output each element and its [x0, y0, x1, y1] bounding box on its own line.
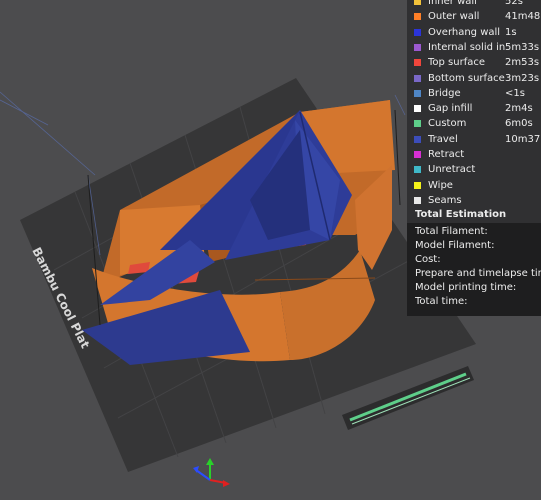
legend-item[interactable]: Unretract: [407, 162, 541, 177]
legend-label: Wipe: [428, 179, 453, 191]
legend-value: 3m23s: [505, 72, 540, 84]
legend-value: 10m37: [505, 133, 541, 145]
legend-swatch-icon: [414, 196, 421, 204]
legend-item[interactable]: Gap infill 2m4s: [407, 101, 541, 116]
legend-swatch-icon: [414, 43, 421, 51]
legend-label: Inner wall: [428, 0, 477, 7]
legend-swatch-icon: [414, 13, 421, 21]
legend-value: 52s: [505, 0, 523, 7]
total-estimation-row: Total time:: [415, 296, 468, 307]
legend-swatch-icon: [414, 89, 421, 97]
legend-panel: Inner wall 52s Outer wall 41m48 Overhang wal…: [407, 0, 541, 316]
legend-item[interactable]: Bridge <1s: [407, 86, 541, 101]
legend-value: <1s: [505, 87, 525, 99]
legend-item[interactable]: Wipe: [407, 178, 541, 193]
total-estimation-row: Total Filament:: [415, 226, 488, 237]
legend-item[interactable]: Overhang wall 1s: [407, 25, 541, 40]
legend-item[interactable]: Inner wall 52s: [407, 0, 541, 9]
legend-swatch-icon: [414, 28, 421, 36]
legend-label: Overhang wall: [428, 26, 501, 38]
legend-label: Bottom surface: [428, 72, 505, 84]
legend-swatch-icon: [414, 120, 421, 128]
legend-item[interactable]: Travel 10m37: [407, 132, 541, 147]
legend-label: Travel: [428, 133, 458, 145]
legend-label: Internal solid infill: [428, 41, 505, 53]
legend-item[interactable]: Internal solid infill5m33s: [407, 40, 541, 55]
legend-value: 2m53s: [505, 57, 540, 69]
legend-swatch-icon: [414, 135, 421, 143]
legend-item[interactable]: Bottom surface 3m23s: [407, 71, 541, 86]
total-estimation-row: Model Filament:: [415, 240, 495, 251]
legend-label: Retract: [428, 149, 465, 160]
total-estimation-row: Cost:: [415, 254, 441, 265]
legend-swatch-icon: [414, 181, 421, 189]
legend-swatch-icon: [414, 59, 421, 67]
legend-label: Bridge: [428, 87, 461, 99]
total-estimation-box: Total Filament: Model Filament: Cost: Prepa…: [407, 223, 541, 316]
total-estimation-row: Model printing time:: [415, 282, 517, 293]
legend-item[interactable]: Outer wall 41m48: [407, 9, 541, 24]
legend-item[interactable]: Custom 6m0s: [407, 116, 541, 131]
legend-value: 6m0s: [505, 118, 533, 130]
legend-label: Unretract: [428, 164, 476, 176]
legend-label: Custom: [428, 118, 467, 130]
legend-label: Top surface: [428, 57, 486, 69]
legend-swatch-icon: [414, 151, 421, 158]
axis-gizmo: [193, 458, 230, 487]
legend-item[interactable]: Retract: [407, 147, 541, 162]
legend-item[interactable]: Top surface 2m53s: [407, 55, 541, 70]
legend-label: Outer wall: [428, 11, 480, 23]
legend-swatch-icon: [414, 105, 421, 113]
legend-value: 2m4s: [505, 103, 533, 115]
legend-swatch-icon: [414, 74, 421, 82]
legend-item[interactable]: Seams: [407, 193, 541, 208]
legend-label: Gap infill: [428, 103, 473, 115]
legend-label: Seams: [428, 194, 462, 206]
total-estimation-row: Prepare and timelapse time:: [415, 268, 541, 279]
legend-swatch-icon: [414, 166, 421, 174]
total-estimation-title: Total Estimation: [415, 209, 507, 220]
legend-swatch-icon: [414, 0, 421, 5]
legend-value: 1s: [505, 26, 517, 38]
legend-value: 5m33s: [505, 41, 540, 53]
legend-value: 41m48: [505, 11, 541, 23]
